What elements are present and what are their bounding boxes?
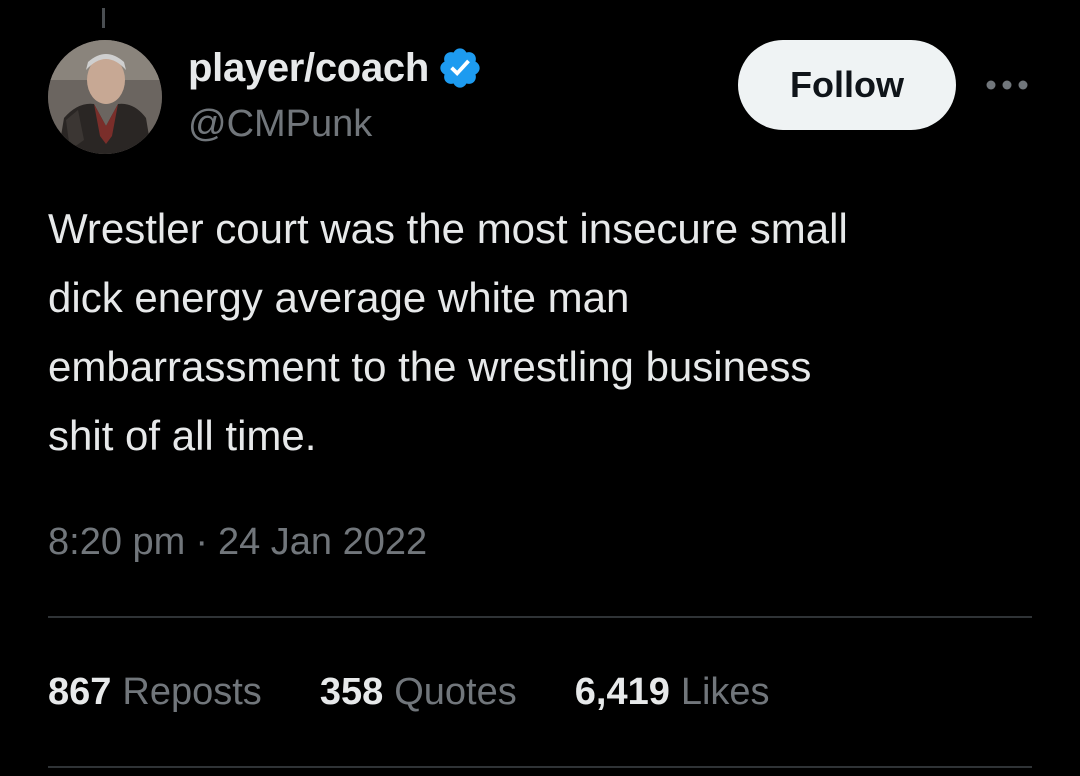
verified-badge-icon: [437, 45, 483, 91]
avatar-photo: [48, 40, 162, 154]
likes-count: 6,419: [574, 671, 670, 713]
more-options-button[interactable]: [982, 68, 1032, 102]
author-name-row: player/coach: [188, 44, 483, 92]
quotes-label: Quotes: [394, 671, 517, 713]
tweet-time[interactable]: 8:20 pm: [48, 518, 185, 566]
divider: [48, 616, 1032, 618]
avatar[interactable]: [48, 40, 162, 154]
reposts-stat[interactable]: 867 Reposts: [48, 668, 262, 716]
tweet-text: Wrestler court was the most insecure sma…: [48, 205, 848, 459]
quotes-count: 358: [319, 671, 384, 713]
quotes-stat[interactable]: 358 Quotes: [320, 668, 517, 716]
likes-label: Likes: [680, 671, 770, 713]
follow-button[interactable]: Follow: [738, 40, 956, 130]
divider: [48, 766, 1032, 768]
reposts-count: 867: [48, 671, 112, 713]
more-horizontal-icon: [986, 80, 1028, 90]
thread-connector-line: [102, 8, 105, 28]
timestamp-separator: ·: [195, 521, 208, 563]
engagement-stats: 867 Reposts 358 Quotes 6,419 Likes: [48, 668, 828, 716]
author-display-name[interactable]: player/coach: [188, 44, 429, 92]
author-handle[interactable]: @CMPunk: [188, 100, 372, 148]
likes-stat[interactable]: 6,419 Likes: [575, 668, 770, 716]
tweet-timestamp[interactable]: 8:20 pm · 24 Jan 2022: [48, 518, 427, 566]
tweet-date[interactable]: 24 Jan 2022: [218, 518, 427, 566]
reposts-label: Reposts: [122, 671, 262, 713]
